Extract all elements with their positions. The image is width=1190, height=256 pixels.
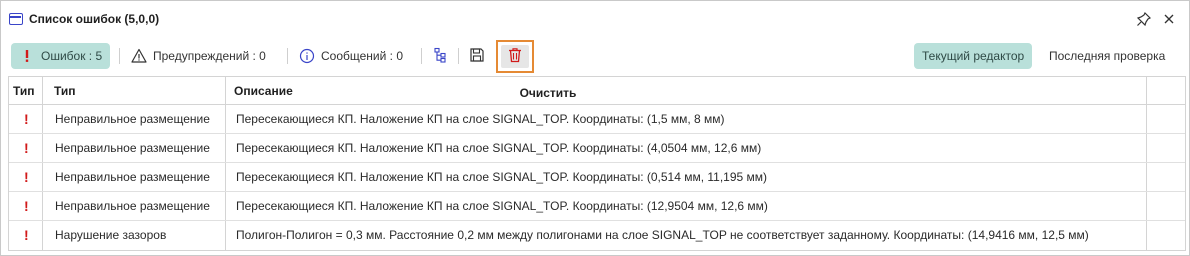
- table-row[interactable]: ! Неправильное размещение Пересекающиеся…: [9, 192, 1185, 221]
- last-check-button[interactable]: Последняя проверка: [1041, 43, 1173, 69]
- row-type: Неправильное размещение: [55, 112, 210, 126]
- error-list-panel: Список ошибок (5,0,0) Ошибок : 5 Предупр…: [0, 0, 1190, 256]
- warning-icon: [131, 48, 147, 64]
- row-type: Неправильное размещение: [55, 199, 210, 213]
- errors-filter-button[interactable]: Ошибок : 5: [11, 43, 111, 69]
- table-header: Тип Тип Описание: [9, 77, 1185, 105]
- error-table: Тип Тип Описание ! Неправильное размещен…: [8, 76, 1186, 251]
- toolbar: Ошибок : 5 Предупреждений : 0 Сообщений …: [1, 39, 1189, 73]
- table-row[interactable]: ! Неправильное размещение Пересекающиеся…: [9, 134, 1185, 163]
- toolbar-divider: [287, 48, 288, 64]
- last-check-label: Последняя проверка: [1049, 49, 1166, 63]
- row-type: Неправильное размещение: [55, 141, 210, 155]
- error-icon: !: [24, 227, 29, 243]
- error-icon: [19, 48, 35, 64]
- row-description: Пересекающиеся КП. Наложение КП на слое …: [236, 199, 768, 213]
- error-icon: !: [24, 198, 29, 214]
- trash-icon: [507, 47, 523, 66]
- error-icon: !: [24, 111, 29, 127]
- messages-filter-label: Сообщений : 0: [321, 49, 404, 63]
- close-icon[interactable]: [1161, 11, 1177, 27]
- row-type: Нарушение зазоров: [55, 228, 167, 242]
- row-description: Пересекающиеся КП. Наложение КП на слое …: [236, 141, 762, 155]
- row-type: Неправильное размещение: [55, 170, 210, 184]
- toolbar-divider: [458, 48, 459, 64]
- info-icon: [299, 48, 315, 64]
- tree-icon: [432, 47, 448, 66]
- row-description: Пересекающиеся КП. Наложение КП на слое …: [236, 170, 768, 184]
- table-row[interactable]: ! Нарушение зазоров Полигон-Полигон = 0,…: [9, 221, 1185, 250]
- error-icon: !: [24, 169, 29, 185]
- toolbar-divider: [119, 48, 120, 64]
- window-icon: [9, 13, 23, 25]
- row-description: Пересекающиеся КП. Наложение КП на слое …: [236, 112, 725, 126]
- column-header-type[interactable]: Тип: [54, 84, 76, 98]
- hierarchy-button[interactable]: [428, 44, 452, 68]
- pin-icon[interactable]: [1136, 11, 1152, 27]
- warnings-filter-label: Предупреждений : 0: [153, 49, 266, 63]
- table-row[interactable]: ! Неправильное размещение Пересекающиеся…: [9, 163, 1185, 192]
- save-icon: [469, 47, 485, 66]
- title-bar: Список ошибок (5,0,0): [1, 1, 1189, 37]
- error-icon: !: [24, 140, 29, 156]
- table-row[interactable]: ! Неправильное размещение Пересекающиеся…: [9, 105, 1185, 134]
- row-description: Полигон-Полигон = 0,3 мм. Расстояние 0,2…: [236, 228, 1089, 242]
- column-header-severity[interactable]: Тип: [13, 84, 35, 98]
- column-header-description[interactable]: Описание: [234, 84, 293, 98]
- warnings-filter-button[interactable]: Предупреждений : 0: [131, 43, 266, 69]
- current-editor-button[interactable]: Текущий редактор: [914, 43, 1033, 69]
- current-editor-label: Текущий редактор: [922, 49, 1025, 63]
- messages-filter-button[interactable]: Сообщений : 0: [299, 43, 403, 69]
- toolbar-divider: [421, 48, 422, 64]
- panel-title: Список ошибок (5,0,0): [29, 12, 160, 26]
- clear-button[interactable]: [501, 45, 529, 68]
- clear-button-highlight: [496, 40, 534, 73]
- errors-filter-label: Ошибок : 5: [41, 49, 103, 63]
- save-button[interactable]: [465, 44, 489, 68]
